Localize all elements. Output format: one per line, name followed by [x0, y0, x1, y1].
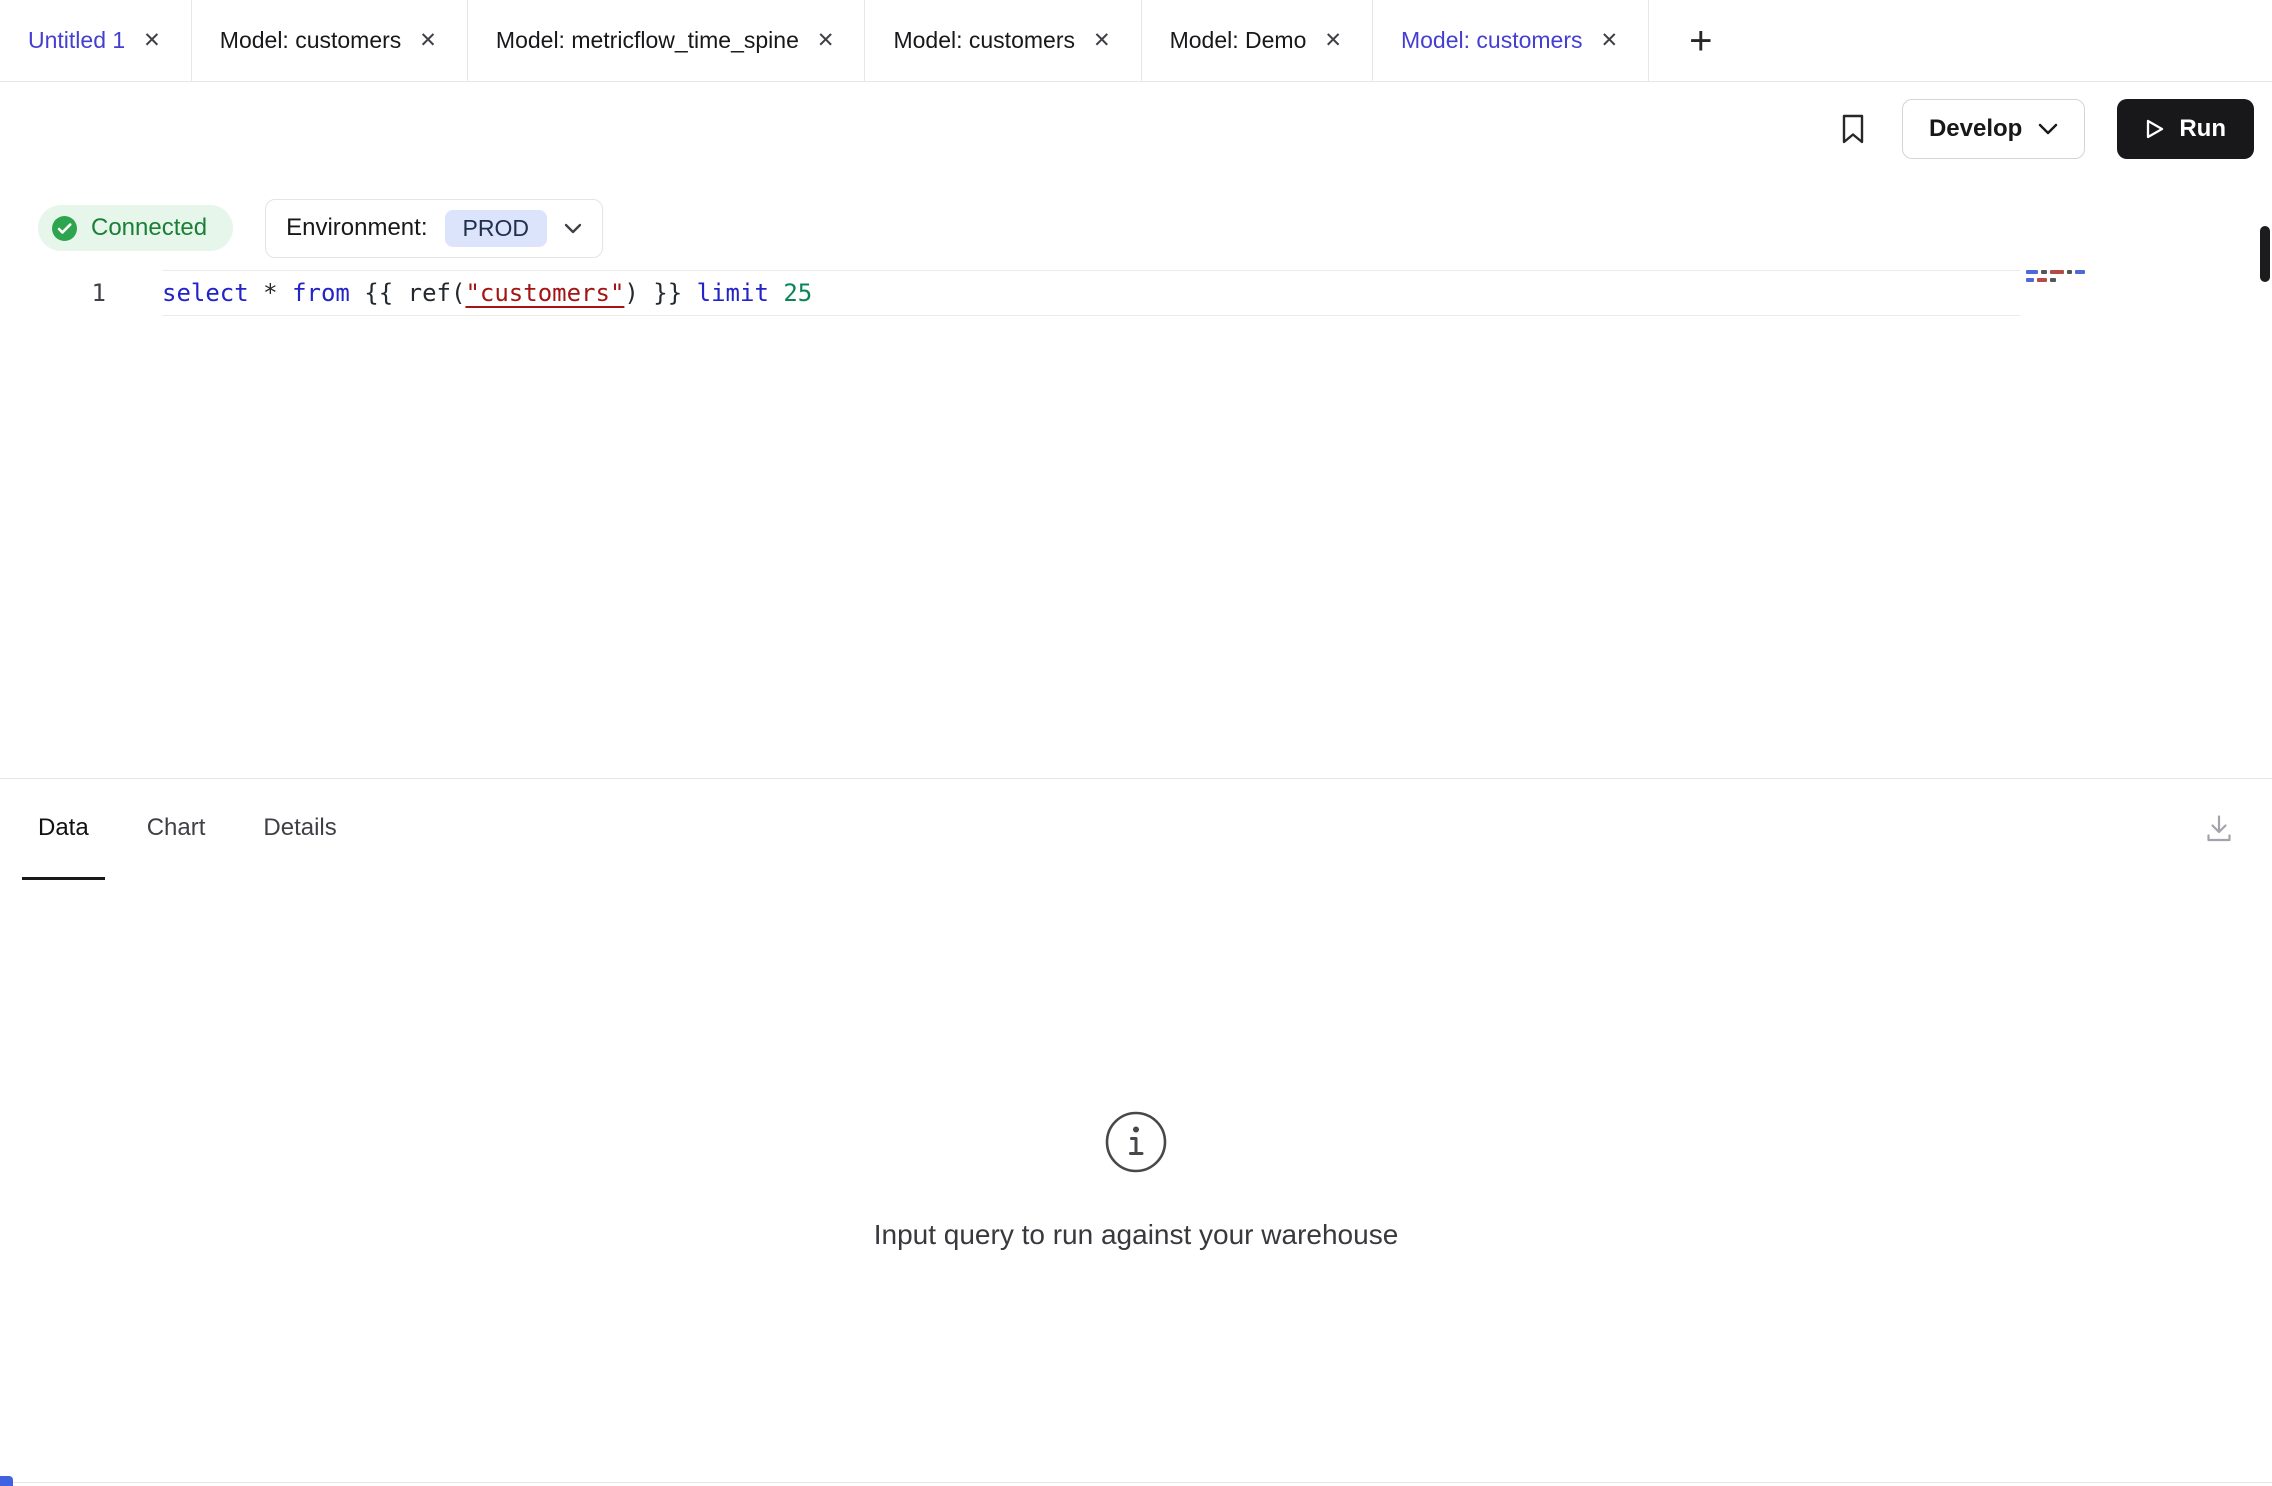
develop-dropdown[interactable]: Develop: [1902, 99, 2085, 159]
download-icon[interactable]: [2200, 809, 2238, 850]
code-token: 25: [783, 279, 812, 307]
app-root: Untitled 1 ✕ Model: customers ✕ Model: m…: [0, 0, 2272, 1486]
tab-label: Model: customers: [1401, 27, 1583, 54]
add-tab-button[interactable]: +: [1675, 0, 1726, 81]
line-number: 1: [92, 279, 106, 307]
bottom-divider: [0, 1482, 2272, 1483]
empty-state-message: Input query to run against your warehous…: [874, 1219, 1399, 1251]
code-token: [769, 279, 783, 307]
tab-label: Model: Demo: [1170, 27, 1307, 54]
tab-model-customers-3[interactable]: Model: customers ✕: [1373, 0, 1649, 81]
tab-label: Model: customers: [220, 27, 402, 54]
sql-editor[interactable]: 1 select * from {{ ref("customers") }} l…: [0, 270, 2272, 778]
tab-data[interactable]: Data: [22, 779, 105, 880]
toolbar: Develop Run: [0, 82, 2272, 176]
develop-label: Develop: [1929, 115, 2022, 143]
code-line[interactable]: select * from {{ ref("customers") }} lim…: [162, 270, 2020, 316]
check-circle-icon: [51, 215, 78, 242]
close-icon[interactable]: ✕: [815, 28, 837, 53]
results-panel: Data Chart Details Input query to run ag…: [0, 778, 2272, 1480]
code-token: {{ ref(: [350, 279, 466, 307]
tab-model-metricflow-time-spine[interactable]: Model: metricflow_time_spine ✕: [468, 0, 866, 81]
play-icon: [2145, 117, 2165, 141]
chevron-down-icon: [2038, 123, 2058, 135]
code-token-ref-link[interactable]: "customers": [465, 279, 624, 307]
chevron-down-icon: [564, 223, 582, 234]
tab-chart[interactable]: Chart: [131, 779, 222, 880]
code-token: select: [162, 279, 249, 307]
info-icon: [1103, 1109, 1169, 1175]
run-label: Run: [2179, 115, 2226, 143]
tab-label: Model: metricflow_time_spine: [496, 27, 799, 54]
close-icon[interactable]: ✕: [1322, 28, 1344, 53]
tab-details[interactable]: Details: [247, 779, 352, 880]
tab-model-customers-1[interactable]: Model: customers ✕: [192, 0, 468, 81]
environment-selector[interactable]: Environment: PROD: [265, 199, 603, 258]
bookmark-icon[interactable]: [1836, 109, 1870, 149]
code-token: ) }}: [624, 279, 696, 307]
tab-label: Untitled 1: [28, 27, 125, 54]
editor-tab-bar: Untitled 1 ✕ Model: customers ✕ Model: m…: [0, 0, 2272, 82]
tab-label: Model: customers: [893, 27, 1075, 54]
bottom-left-indicator: [0, 1476, 13, 1486]
results-tab-bar: Data Chart Details: [0, 779, 2272, 880]
results-body: Input query to run against your warehous…: [0, 880, 2272, 1480]
line-number-gutter: 1: [0, 270, 106, 778]
close-icon[interactable]: ✕: [1599, 28, 1621, 53]
status-row: Connected Environment: PROD: [0, 202, 2272, 254]
connection-status-badge: Connected: [38, 205, 233, 251]
code-token: limit: [697, 279, 769, 307]
connected-label: Connected: [91, 214, 207, 242]
environment-value-pill: PROD: [445, 210, 547, 247]
environment-label: Environment:: [286, 214, 427, 242]
close-icon[interactable]: ✕: [417, 28, 439, 53]
scrollbar-thumb[interactable]: [2260, 226, 2270, 282]
close-icon[interactable]: ✕: [1091, 28, 1113, 53]
code-token: *: [249, 279, 292, 307]
tab-model-demo[interactable]: Model: Demo ✕: [1142, 0, 1373, 81]
tab-model-customers-2[interactable]: Model: customers ✕: [865, 0, 1141, 81]
run-button[interactable]: Run: [2117, 99, 2254, 159]
editor-minimap: [2026, 270, 2116, 286]
tab-untitled-1[interactable]: Untitled 1 ✕: [0, 0, 192, 81]
empty-state: Input query to run against your warehous…: [874, 1109, 1399, 1251]
code-area[interactable]: select * from {{ ref("customers") }} lim…: [162, 270, 2020, 778]
code-token: from: [292, 279, 350, 307]
close-icon[interactable]: ✕: [141, 28, 163, 53]
